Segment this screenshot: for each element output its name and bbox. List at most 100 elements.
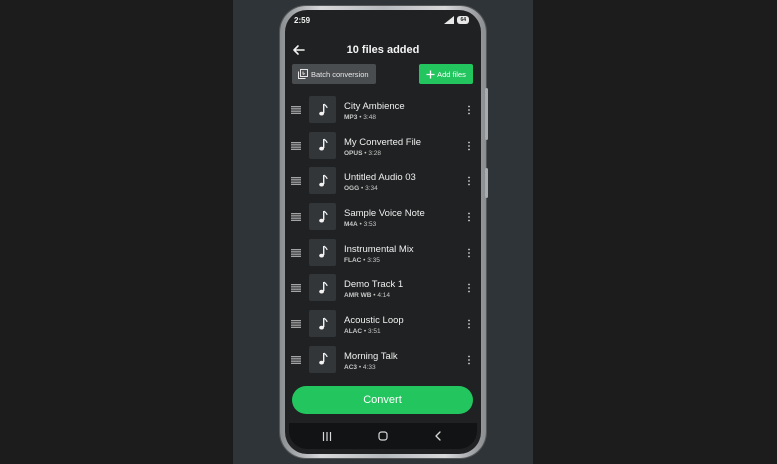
file-format: AMR WB <box>344 292 372 300</box>
music-note-icon <box>318 210 328 223</box>
volume-button <box>485 88 488 140</box>
add-files-label: Add files <box>437 69 466 79</box>
more-vert-icon[interactable] <box>465 105 473 115</box>
music-note-icon <box>318 281 328 294</box>
file-format: OPUS <box>344 149 363 157</box>
file-list: City Ambience MP3 • 3:48 My Converted Fi… <box>285 92 481 378</box>
file-duration: 4:33 <box>362 363 376 371</box>
file-format: MP3 <box>344 114 358 121</box>
file-thumbnail <box>309 345 336 373</box>
file-name: City Ambience <box>344 101 405 112</box>
file-meta: ALAC • 3:51 <box>344 328 381 335</box>
batch-icon <box>298 69 308 79</box>
file-row[interactable]: Morning Talk AC3 • 4:33 <box>285 342 481 378</box>
meta-separator: • <box>363 328 367 336</box>
file-meta: FLAC • 3:35 <box>344 257 380 264</box>
page-title: 10 files added <box>346 44 420 56</box>
recents-icon <box>322 431 332 441</box>
meta-separator: • <box>364 149 367 157</box>
file-name: My Converted File <box>344 136 422 148</box>
file-duration: 4:14 <box>377 292 391 300</box>
file-thumbnail <box>309 310 336 338</box>
system-nav-bar <box>289 423 477 449</box>
nav-back-icon <box>435 431 441 441</box>
more-vert-icon[interactable] <box>465 283 473 293</box>
drag-handle-icon[interactable] <box>291 141 301 150</box>
file-thumbnail <box>309 167 336 195</box>
file-format: OGG <box>344 185 360 193</box>
battery-icon: 64 <box>457 16 469 24</box>
file-duration: 3:35 <box>367 256 380 264</box>
music-note-icon <box>318 103 328 115</box>
drag-handle-icon[interactable] <box>291 106 301 114</box>
file-name: Instrumental Mix <box>344 243 414 255</box>
music-note-icon <box>318 245 328 258</box>
file-duration: 3:34 <box>365 185 378 193</box>
meta-separator: • <box>358 363 362 371</box>
meta-separator: • <box>359 221 362 229</box>
meta-separator: • <box>360 185 364 193</box>
more-vert-icon[interactable] <box>465 176 473 186</box>
file-thumbnail <box>309 203 336 231</box>
file-meta: AMR WB • 4:14 <box>344 292 390 299</box>
file-name: Morning Talk <box>344 350 398 362</box>
file-name: Acoustic Loop <box>344 315 404 327</box>
file-format: FLAC <box>344 256 362 264</box>
file-row[interactable]: Demo Track 1 AMR WB • 4:14 <box>285 270 481 306</box>
file-format: AC3 <box>344 363 358 371</box>
file-row[interactable]: Acoustic Loop ALAC • 3:51 <box>285 306 481 342</box>
signal-icon <box>444 16 455 24</box>
music-note-icon <box>318 174 328 187</box>
more-vert-icon[interactable] <box>465 212 473 222</box>
more-vert-icon[interactable] <box>465 141 473 151</box>
file-format: ALAC <box>344 328 363 336</box>
power-button <box>485 168 488 198</box>
phone-screen: 2:59 64 10 files added Batch conversion … <box>285 10 481 454</box>
drag-handle-icon[interactable] <box>291 213 301 221</box>
drag-handle-icon[interactable] <box>291 249 301 257</box>
file-duration: 3:53 <box>363 221 377 229</box>
plus-icon <box>426 70 435 78</box>
file-row[interactable]: Instrumental Mix FLAC • 3:35 <box>285 235 481 271</box>
meta-separator: • <box>373 292 376 300</box>
file-name: Demo Track 1 <box>344 279 404 291</box>
add-files-button[interactable]: Add files <box>419 64 473 84</box>
drag-handle-icon[interactable] <box>291 177 301 186</box>
file-meta: OGG • 3:34 <box>344 185 378 192</box>
music-note-icon <box>318 352 328 365</box>
file-meta: M4A • 3:53 <box>344 221 376 228</box>
file-duration: 3:48 <box>363 114 376 121</box>
more-vert-icon[interactable] <box>465 355 473 365</box>
file-row[interactable]: City Ambience MP3 • 3:48 <box>285 92 481 128</box>
music-note-icon <box>318 138 328 151</box>
meta-separator: • <box>359 114 362 121</box>
convert-button[interactable]: Convert <box>292 386 473 414</box>
home-icon <box>378 431 388 441</box>
file-name: Sample Voice Note <box>344 208 425 220</box>
more-vert-icon[interactable] <box>465 319 473 329</box>
batch-conversion-button[interactable]: Batch conversion <box>292 64 376 84</box>
file-thumbnail <box>309 274 336 302</box>
status-bar: 2:59 64 <box>285 10 481 30</box>
file-thumbnail <box>309 131 336 159</box>
meta-separator: • <box>363 256 366 264</box>
nav-back-button[interactable] <box>431 429 445 443</box>
file-name: Untitled Audio 03 <box>344 172 416 184</box>
file-meta: OPUS • 3:28 <box>344 150 381 157</box>
file-format: M4A <box>344 221 358 229</box>
file-row[interactable]: My Converted File OPUS • 3:28 <box>285 128 481 164</box>
status-time: 2:59 <box>294 16 311 25</box>
recents-button[interactable] <box>320 429 334 443</box>
file-duration: 3:51 <box>367 328 381 336</box>
file-thumbnail <box>309 96 336 123</box>
home-button[interactable] <box>376 429 390 443</box>
more-vert-icon[interactable] <box>465 248 473 258</box>
drag-handle-icon[interactable] <box>291 284 301 293</box>
file-meta: AC3 • 4:33 <box>344 364 376 371</box>
file-row[interactable]: Sample Voice Note M4A • 3:53 <box>285 199 481 235</box>
file-meta: MP3 • 3:48 <box>344 114 376 121</box>
drag-handle-icon[interactable] <box>291 356 301 364</box>
music-note-icon <box>318 317 328 330</box>
drag-handle-icon[interactable] <box>291 320 301 328</box>
file-row[interactable]: Untitled Audio 03 OGG • 3:34 <box>285 163 481 199</box>
